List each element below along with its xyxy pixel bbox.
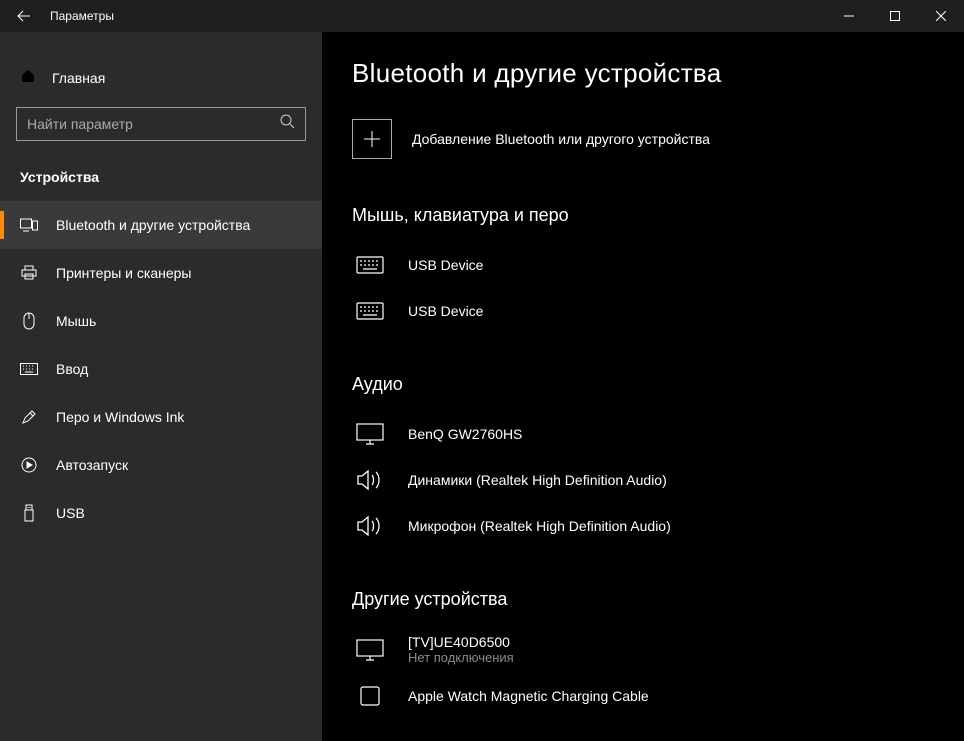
back-button[interactable] [0, 0, 48, 32]
window-title: Параметры [48, 9, 826, 23]
device-row[interactable]: Микрофон (Realtek High Definition Audio) [352, 503, 964, 549]
search-input[interactable] [27, 116, 280, 132]
sidebar-category: Устройства [0, 159, 322, 201]
home-label: Главная [52, 70, 105, 86]
home-icon [20, 68, 36, 87]
home-link[interactable]: Главная [0, 58, 322, 97]
device-row[interactable]: Динамики (Realtek High Definition Audio) [352, 457, 964, 503]
keyboard-icon [352, 250, 388, 280]
sidebar-item-label: Мышь [56, 313, 96, 329]
page-title: Bluetooth и другие устройства [352, 58, 964, 89]
add-device-label: Добавление Bluetooth или другого устройс… [412, 131, 710, 147]
minimize-button[interactable] [826, 0, 872, 32]
device-name: Apple Watch Magnetic Charging Cable [408, 688, 649, 704]
device-row[interactable]: BenQ GW2760HS [352, 411, 964, 457]
keyboard-icon [352, 296, 388, 326]
sidebar-item-typing[interactable]: Ввод [0, 345, 322, 393]
section-input: Мышь, клавиатура и перо USB Device USB D… [352, 205, 964, 334]
keyboard-icon [20, 360, 38, 378]
section-title: Аудио [352, 374, 964, 395]
device-status: Нет подключения [408, 650, 514, 665]
add-device-button[interactable]: Добавление Bluetooth или другого устройс… [352, 119, 964, 159]
titlebar: Параметры [0, 0, 964, 32]
sidebar: Главная Устройства Bluetooth и другие ус… [0, 32, 322, 741]
sidebar-nav: Bluetooth и другие устройства Принтеры и… [0, 201, 322, 537]
device-row[interactable]: USB Device [352, 288, 964, 334]
content-area: Bluetooth и другие устройства Добавление… [322, 32, 964, 741]
sidebar-item-mouse[interactable]: Мышь [0, 297, 322, 345]
search-icon [280, 114, 295, 134]
generic-device-icon [352, 681, 388, 711]
window-controls [826, 0, 964, 32]
printer-icon [20, 264, 38, 282]
sidebar-item-pen[interactable]: Перо и Windows Ink [0, 393, 322, 441]
sidebar-item-printers[interactable]: Принтеры и сканеры [0, 249, 322, 297]
device-row[interactable]: [TV]UE40D6500 Нет подключения [352, 626, 964, 673]
section-title: Мышь, клавиатура и перо [352, 205, 964, 226]
section-title: Другие устройства [352, 589, 964, 610]
mouse-icon [20, 312, 38, 330]
sidebar-item-usb[interactable]: USB [0, 489, 322, 537]
device-name: [TV]UE40D6500 [408, 634, 514, 650]
device-name: Динамики (Realtek High Definition Audio) [408, 472, 667, 488]
sidebar-item-label: Bluetooth и другие устройства [56, 217, 250, 233]
device-name: BenQ GW2760HS [408, 426, 522, 442]
usb-icon [20, 504, 38, 522]
pen-icon [20, 408, 38, 426]
section-audio: Аудио BenQ GW2760HS Динамики (Realtek Hi… [352, 374, 964, 549]
sidebar-item-label: Перо и Windows Ink [56, 409, 184, 425]
search-box[interactable] [16, 107, 306, 141]
sidebar-item-label: Автозапуск [56, 457, 128, 473]
autoplay-icon [20, 456, 38, 474]
section-other: Другие устройства [TV]UE40D6500 Нет подк… [352, 589, 964, 719]
device-row[interactable]: Apple Watch Magnetic Charging Cable [352, 673, 964, 719]
device-name: Микрофон (Realtek High Definition Audio) [408, 518, 671, 534]
sidebar-item-label: Принтеры и сканеры [56, 265, 191, 281]
device-name: USB Device [408, 257, 483, 273]
sidebar-item-autoplay[interactable]: Автозапуск [0, 441, 322, 489]
plus-icon [352, 119, 392, 159]
sidebar-item-bluetooth[interactable]: Bluetooth и другие устройства [0, 201, 322, 249]
sidebar-item-label: USB [56, 505, 85, 521]
monitor-icon [352, 635, 388, 665]
device-row[interactable]: USB Device [352, 242, 964, 288]
devices-icon [20, 216, 38, 234]
sidebar-item-label: Ввод [56, 361, 88, 377]
speaker-icon [352, 465, 388, 495]
maximize-button[interactable] [872, 0, 918, 32]
device-name: USB Device [408, 303, 483, 319]
close-button[interactable] [918, 0, 964, 32]
speaker-icon [352, 511, 388, 541]
monitor-icon [352, 419, 388, 449]
